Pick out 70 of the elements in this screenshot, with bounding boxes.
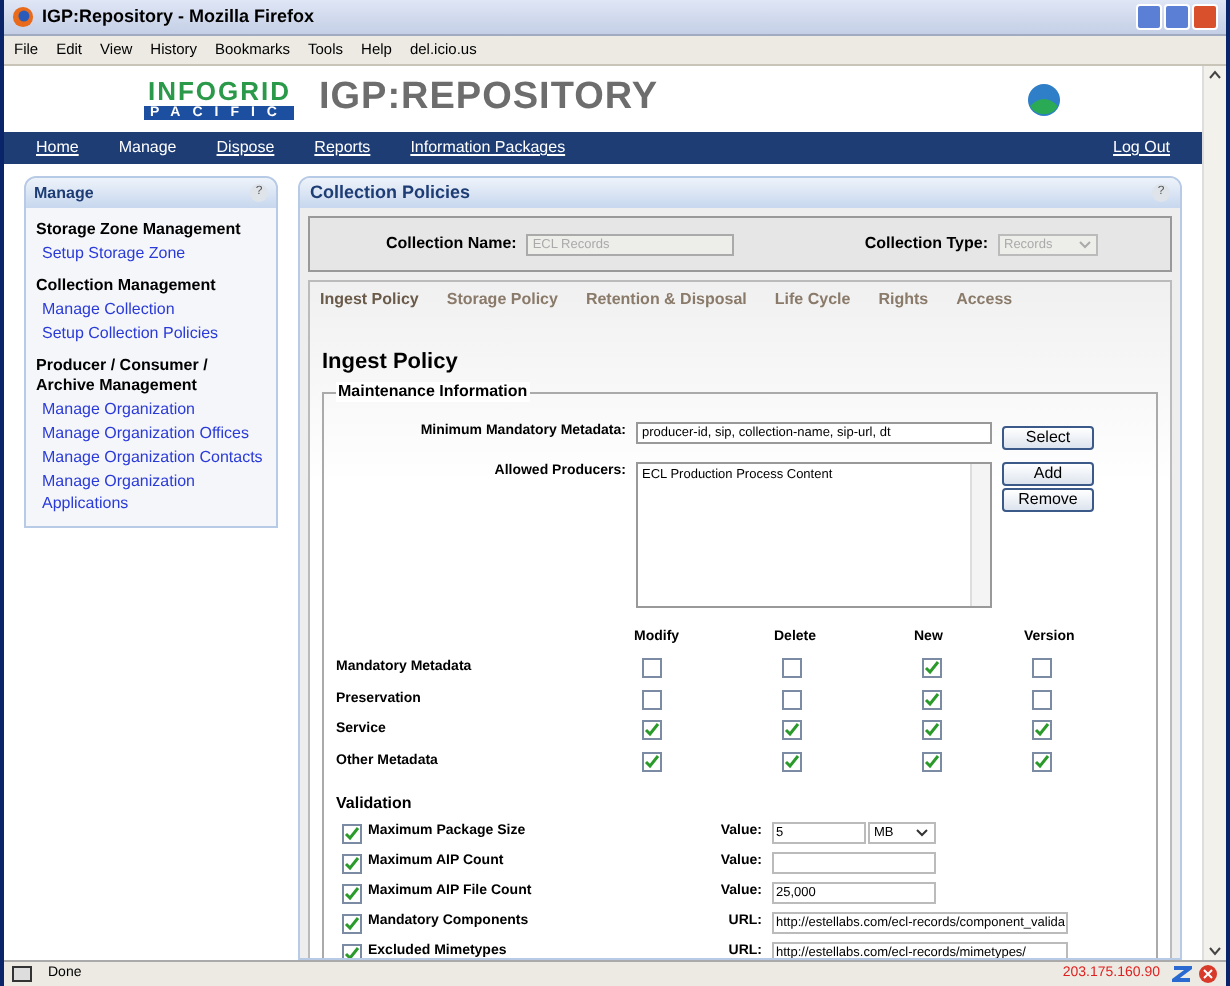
page-heading: Ingest Policy xyxy=(322,348,460,378)
checkbox[interactable] xyxy=(1032,658,1052,679)
checkbox[interactable] xyxy=(342,883,362,903)
sidebar-link[interactable]: Manage Organization Offices xyxy=(36,422,266,444)
nav-link[interactable]: Reports xyxy=(314,136,371,160)
checkbox[interactable] xyxy=(642,751,662,772)
section-heading: Validation xyxy=(336,792,414,816)
browser-icon xyxy=(12,6,34,28)
panel-title: Collection Policies xyxy=(310,179,471,206)
sidebar-link[interactable]: Manage Organization Applications xyxy=(36,470,266,514)
tab[interactable]: Storage Policy xyxy=(446,288,558,312)
sidebar-link[interactable]: Manage Organization Contacts xyxy=(36,446,266,468)
minimize-button[interactable] xyxy=(1136,4,1162,30)
checkbox[interactable] xyxy=(642,720,662,741)
checkbox[interactable] xyxy=(782,658,802,679)
scrollbar[interactable] xyxy=(970,463,990,605)
maximize-button[interactable] xyxy=(1164,4,1190,30)
tab[interactable]: Rights xyxy=(878,288,929,312)
tab[interactable]: Access xyxy=(956,288,1013,312)
sidebar-link[interactable]: Manage Organization xyxy=(36,398,266,420)
tab[interactable]: Ingest Policy xyxy=(320,288,419,312)
section-heading: Producer / Consumer / Archive Management xyxy=(36,356,210,396)
panel-title: Manage xyxy=(34,181,94,205)
sidebar-link[interactable]: Setup Collection Policies xyxy=(36,322,266,344)
page-icon xyxy=(12,966,32,982)
site-title: IGP:REPOSITORY xyxy=(318,74,659,123)
checkbox[interactable] xyxy=(922,689,942,710)
checkbox[interactable] xyxy=(342,913,362,933)
section-heading: Storage Zone Management xyxy=(36,220,243,240)
form-button[interactable]: Select xyxy=(1002,425,1094,449)
checkbox[interactable] xyxy=(342,943,362,958)
scrollbar[interactable] xyxy=(1202,66,1226,960)
caret-icon xyxy=(1078,235,1092,251)
checkbox[interactable] xyxy=(922,658,942,679)
checkbox[interactable] xyxy=(782,751,802,772)
form-button[interactable]: Add xyxy=(1002,461,1094,485)
tab[interactable]: Life Cycle xyxy=(774,288,851,312)
checkbox[interactable] xyxy=(642,689,662,710)
close-button[interactable] xyxy=(1192,4,1218,30)
stop-icon xyxy=(1198,964,1218,984)
checkbox[interactable] xyxy=(922,751,942,772)
tab[interactable]: Retention & Disposal xyxy=(585,288,747,312)
nav-link[interactable]: Dispose xyxy=(216,136,275,160)
form-button[interactable]: Remove xyxy=(1002,487,1094,511)
checkbox[interactable] xyxy=(1032,751,1052,772)
checkbox[interactable] xyxy=(1032,720,1052,741)
scroll-up-icon[interactable] xyxy=(1206,66,1224,84)
checkbox[interactable] xyxy=(642,658,662,679)
field-label: Collection Name: xyxy=(386,232,517,256)
logo-icon xyxy=(1026,81,1062,117)
sidebar-link[interactable]: Setup Storage Zone xyxy=(36,242,266,264)
nav-link[interactable]: Manage xyxy=(118,136,177,160)
sidebar-link[interactable]: Manage Collection xyxy=(36,298,266,320)
field-label: Collection Type: xyxy=(864,232,988,256)
checkbox[interactable] xyxy=(1032,689,1052,710)
nav-link[interactable]: Home xyxy=(36,136,79,160)
checkbox[interactable] xyxy=(342,853,362,873)
scroll-down-icon[interactable] xyxy=(1206,942,1224,960)
caret-icon xyxy=(914,824,930,840)
input-field[interactable] xyxy=(772,852,936,874)
checkbox[interactable] xyxy=(782,689,802,710)
logout-link[interactable]: Log Out xyxy=(1113,136,1170,160)
checkbox[interactable] xyxy=(782,720,802,741)
section-heading: Collection Management xyxy=(36,276,218,296)
checkbox[interactable] xyxy=(922,720,942,741)
fieldset-legend: Maintenance Information xyxy=(336,381,530,401)
checkbox[interactable] xyxy=(342,823,362,843)
nav-link[interactable]: Information Packages xyxy=(410,136,566,160)
window-title: IGP:Repository - Mozilla Firefox xyxy=(42,3,315,30)
extension-icon xyxy=(1172,964,1192,984)
